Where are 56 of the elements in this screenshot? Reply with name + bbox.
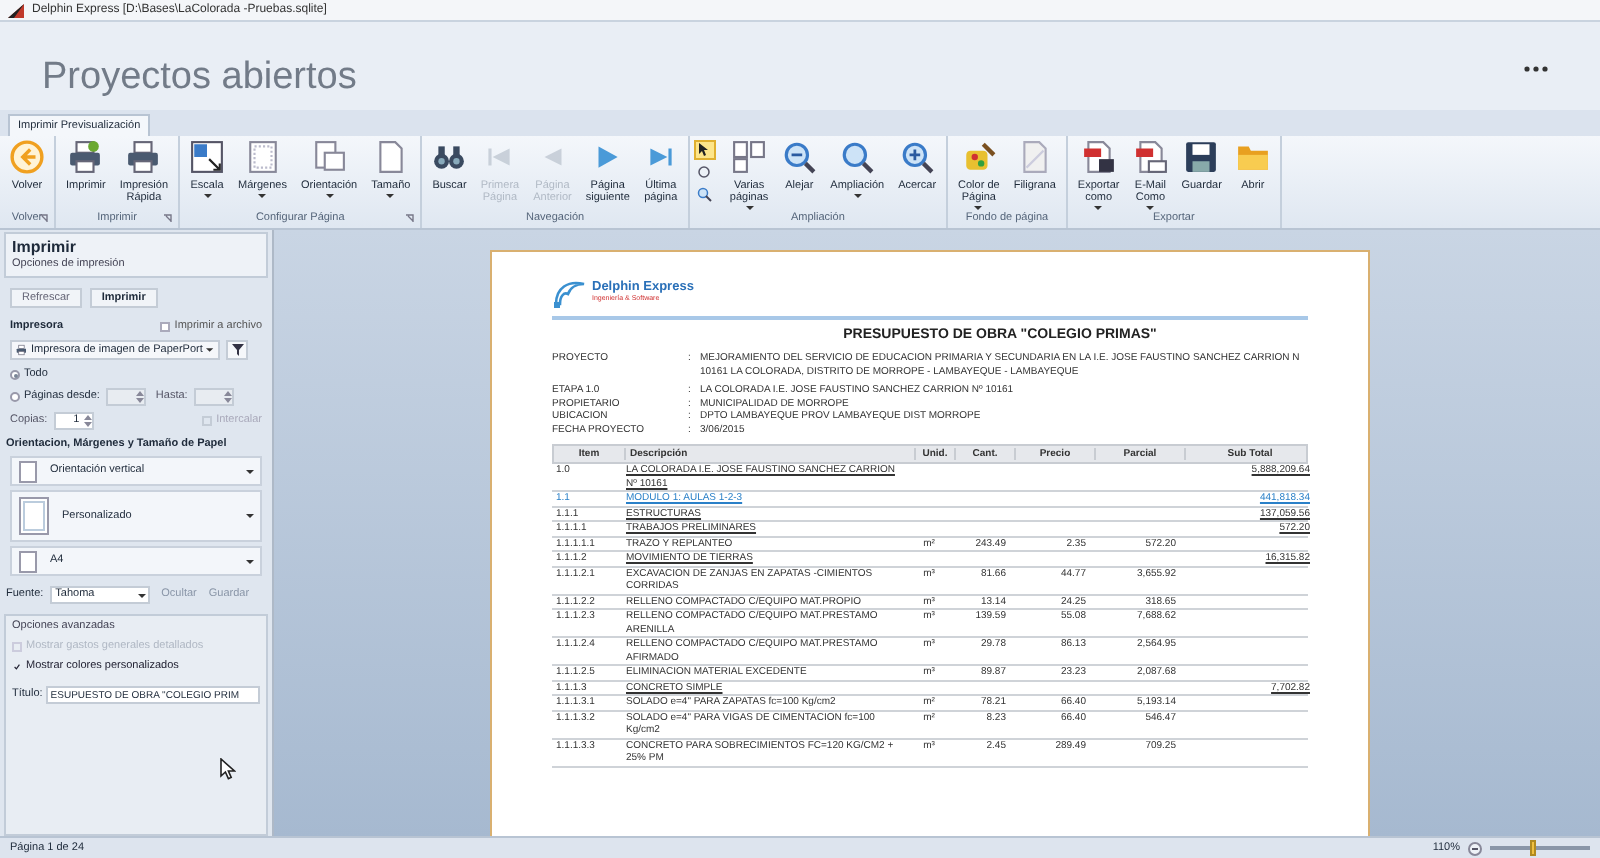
- caret-icon: [258, 194, 267, 198]
- tool-button[interactable]: [693, 140, 716, 160]
- page-icon: [18, 549, 38, 573]
- funnel-icon: [231, 344, 243, 356]
- page-size-icon: [373, 140, 408, 174]
- page-icon: [18, 496, 50, 536]
- folder-icon: [1235, 140, 1270, 174]
- magnifier-icon: [840, 140, 875, 174]
- caret-icon: [203, 194, 212, 198]
- spinner-arrows-icon: [223, 390, 232, 404]
- multiple-pages-icon: [732, 140, 767, 174]
- paint-icon: [961, 140, 996, 174]
- slider-thumb[interactable]: [1530, 840, 1536, 856]
- zoom-in-icon: [900, 140, 935, 174]
- caret-icon: [745, 206, 754, 210]
- printer-icon: [16, 344, 27, 356]
- dolphin-logo-icon: [552, 276, 588, 308]
- caret-icon: [325, 194, 334, 198]
- tool-button[interactable]: [693, 162, 716, 182]
- email-icon: [1133, 140, 1168, 174]
- magnifier-icon: [696, 186, 713, 202]
- scale-icon: [190, 140, 225, 174]
- printer-options-button[interactable]: [226, 340, 248, 360]
- more-icon: [1524, 65, 1548, 71]
- caret-icon: [974, 206, 983, 210]
- orientation-icon: [312, 140, 347, 174]
- page-icon: [18, 459, 38, 483]
- caret-icon: [246, 514, 254, 518]
- app-logo-icon: [8, 3, 24, 17]
- printer-icon: [68, 140, 103, 174]
- spinner-arrows-icon: [135, 390, 144, 404]
- dialog-launcher-icon: [40, 214, 48, 222]
- binoculars-icon: [432, 140, 467, 174]
- number-field[interactable]: [105, 388, 146, 406]
- caret-icon: [1146, 206, 1155, 210]
- panel-title: Imprimir: [12, 238, 79, 258]
- dialog-launcher-icon: [164, 214, 173, 222]
- pointer-icon: [696, 142, 713, 158]
- checkmark-icon: [14, 662, 20, 672]
- spinner-arrows-icon: [83, 414, 92, 428]
- caret-icon: [246, 469, 254, 473]
- mouse-pointer-icon: [220, 758, 236, 780]
- caret-icon: [206, 348, 214, 352]
- zoom-out-icon: [782, 140, 817, 174]
- export-icon: [1081, 140, 1116, 174]
- number-field[interactable]: [193, 388, 234, 406]
- caret-icon: [246, 559, 254, 563]
- watermark-icon: [1017, 140, 1052, 174]
- caret-icon: [1094, 206, 1103, 210]
- zoom-out-button[interactable]: [1468, 841, 1482, 855]
- dialog-launcher-icon: [406, 214, 415, 222]
- printer-icon: [126, 140, 161, 174]
- caret-icon: [137, 593, 146, 597]
- page-title: Proyectos abiertos: [42, 53, 357, 102]
- caret-icon: [386, 194, 395, 198]
- caret-icon: [853, 194, 862, 198]
